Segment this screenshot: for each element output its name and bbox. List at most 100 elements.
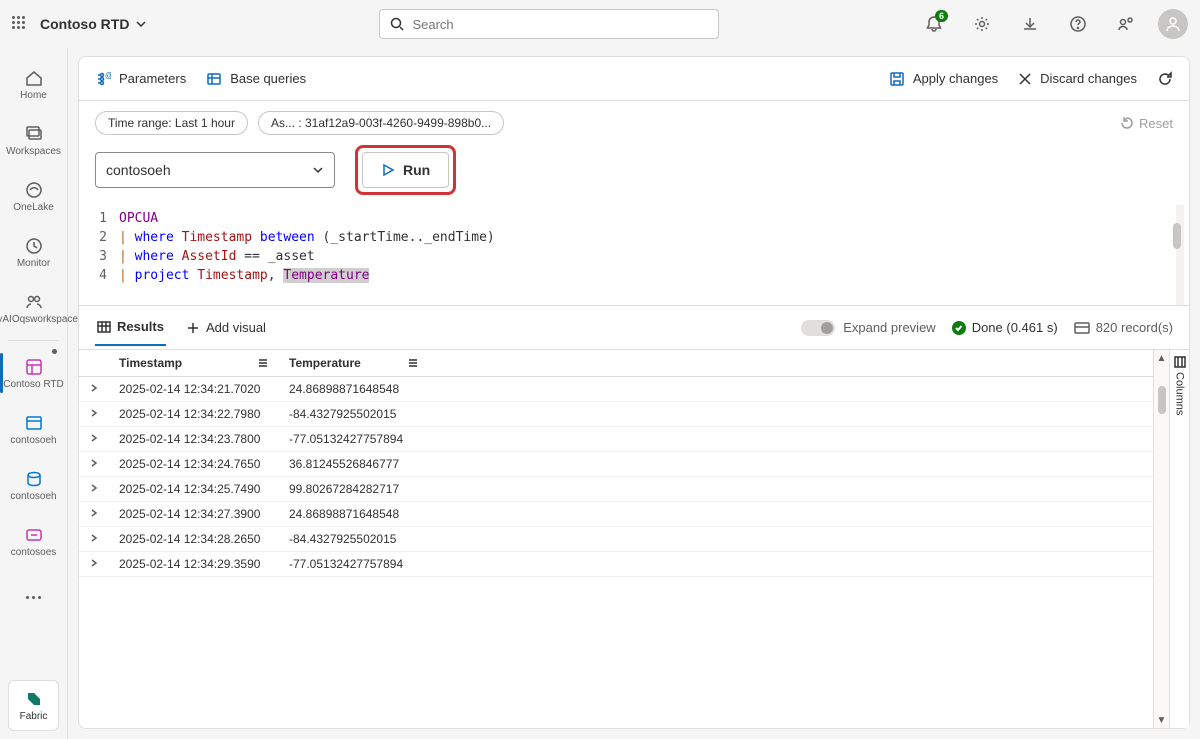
fabric-switcher[interactable]: Fabric	[8, 680, 59, 731]
table-row[interactable]: 2025-02-14 12:34:24.765036.8124552684677…	[79, 452, 1153, 477]
close-icon	[1018, 72, 1032, 86]
cell-timestamp: 2025-02-14 12:34:29.3590	[109, 552, 279, 577]
plus-icon	[186, 321, 200, 335]
asset-pill[interactable]: As... : 31af12a9-003f-4260-9499-898b0...	[258, 111, 504, 135]
queries-icon	[206, 71, 222, 87]
table-row[interactable]: 2025-02-14 12:34:28.2650-84.432792550201…	[79, 527, 1153, 552]
expand-row-icon[interactable]	[79, 477, 109, 502]
person-feedback-icon	[1117, 15, 1135, 33]
run-highlight: Run	[355, 145, 456, 195]
download-button[interactable]	[1014, 8, 1046, 40]
cell-timestamp: 2025-02-14 12:34:28.2650	[109, 527, 279, 552]
search-box[interactable]	[379, 9, 719, 39]
rail-contoso-rtd[interactable]: Contoso RTD	[0, 345, 67, 401]
rail-contosoeh-2[interactable]: contosoeh	[0, 457, 67, 513]
fabric-icon	[24, 689, 44, 709]
top-header: Contoso RTD 6	[0, 0, 1200, 48]
toggle-switch[interactable]	[801, 320, 835, 336]
workspace-name: Contoso RTD	[40, 16, 129, 32]
reset-button[interactable]: Reset	[1119, 116, 1173, 131]
cell-temperature: -84.4327925502015	[279, 527, 429, 552]
editor-scrollbar[interactable]	[1173, 205, 1187, 305]
workspace-selector[interactable]: Contoso RTD	[40, 16, 147, 32]
expand-row-icon[interactable]	[79, 552, 109, 577]
left-rail: Home Workspaces OneLake Monitor myAIOqsw…	[0, 48, 68, 739]
expand-row-icon[interactable]	[79, 452, 109, 477]
settings-button[interactable]	[966, 8, 998, 40]
rail-monitor[interactable]: Monitor	[0, 224, 67, 280]
columns-panel-toggle[interactable]: Columns	[1169, 350, 1189, 728]
expand-preview-toggle[interactable]: Expand preview	[801, 320, 936, 336]
expand-row-icon[interactable]	[79, 527, 109, 552]
table-row[interactable]: 2025-02-14 12:34:27.390024.8689887164854…	[79, 502, 1153, 527]
check-icon	[952, 321, 966, 335]
scroll-down-icon[interactable]: ▼	[1154, 712, 1169, 728]
cell-timestamp: 2025-02-14 12:34:25.7490	[109, 477, 279, 502]
run-button[interactable]: Run	[362, 152, 449, 188]
columns-icon	[1174, 356, 1186, 368]
app-launcher-icon[interactable]	[12, 16, 28, 32]
refresh-icon	[1157, 71, 1173, 87]
rail-home[interactable]: Home	[0, 56, 67, 112]
save-icon	[889, 71, 905, 87]
cell-temperature: 99.80267284282717	[279, 477, 429, 502]
table-row[interactable]: 2025-02-14 12:34:29.3590-77.051324277578…	[79, 552, 1153, 577]
dashboard-icon	[24, 357, 44, 377]
people-icon	[24, 292, 44, 312]
rail-onelake[interactable]: OneLake	[0, 168, 67, 224]
filter-row: Time range: Last 1 hour As... : 31af12a9…	[79, 101, 1189, 145]
discard-changes-button[interactable]: Discard changes	[1018, 71, 1137, 86]
rail-contosoeh-1[interactable]: contosoeh	[0, 401, 67, 457]
code-area[interactable]: OPCUA | where Timestamp between (_startT…	[119, 209, 495, 285]
person-icon	[1164, 15, 1182, 33]
results-table-wrap: Timestamp Temperature 2025-02-14 12:34:2…	[79, 349, 1189, 728]
user-avatar[interactable]	[1158, 9, 1188, 39]
results-table[interactable]: Timestamp Temperature 2025-02-14 12:34:2…	[79, 350, 1153, 728]
rail-more[interactable]	[0, 569, 67, 625]
notifications-button[interactable]: 6	[918, 8, 950, 40]
rail-myworkspace[interactable]: myAIOqsworkspace	[0, 280, 67, 336]
cell-temperature: -84.4327925502015	[279, 402, 429, 427]
column-menu-icon[interactable]	[407, 357, 419, 369]
expand-row-icon[interactable]	[79, 377, 109, 402]
records-icon	[1074, 322, 1090, 334]
eventstream2-icon	[24, 525, 44, 545]
rail-workspaces[interactable]: Workspaces	[0, 112, 67, 168]
table-row[interactable]: 2025-02-14 12:34:23.7800-77.051324277578…	[79, 427, 1153, 452]
cell-temperature: 36.81245526846777	[279, 452, 429, 477]
query-editor[interactable]: 1234 OPCUA | where Timestamp between (_s…	[79, 205, 1189, 305]
col-temperature[interactable]: Temperature	[289, 356, 361, 370]
add-visual-button[interactable]: Add visual	[186, 320, 266, 335]
data-source-select[interactable]: contosoeh	[95, 152, 335, 188]
help-button[interactable]	[1062, 8, 1094, 40]
table-row[interactable]: 2025-02-14 12:34:21.702024.8689887164854…	[79, 377, 1153, 402]
results-bar: Results Add visual Expand preview	[79, 305, 1189, 349]
table-scrollbar[interactable]: ▲ ▼	[1153, 350, 1169, 728]
chevron-down-icon	[135, 18, 147, 30]
col-timestamp[interactable]: Timestamp	[119, 356, 182, 370]
results-tab[interactable]: Results	[95, 309, 166, 346]
rail-contosoes[interactable]: contosoes	[0, 513, 67, 569]
expand-row-icon[interactable]	[79, 402, 109, 427]
apply-changes-button[interactable]: Apply changes	[889, 71, 998, 87]
refresh-button[interactable]	[1157, 71, 1173, 87]
base-queries-button[interactable]: Base queries	[206, 71, 306, 87]
parameters-button[interactable]: @ Parameters	[95, 71, 186, 87]
cell-temperature: 24.86898871648548	[279, 502, 429, 527]
expand-row-icon[interactable]	[79, 502, 109, 527]
table-row[interactable]: 2025-02-14 12:34:22.7980-84.432792550201…	[79, 402, 1153, 427]
column-menu-icon[interactable]	[257, 357, 269, 369]
scroll-up-icon[interactable]: ▲	[1154, 350, 1169, 366]
more-icon	[26, 596, 41, 599]
feedback-button[interactable]	[1110, 8, 1142, 40]
time-range-pill[interactable]: Time range: Last 1 hour	[95, 111, 248, 135]
table-row[interactable]: 2025-02-14 12:34:25.749099.8026728428271…	[79, 477, 1153, 502]
toolbar: @ Parameters Base queries Apply changes …	[79, 57, 1189, 101]
gear-icon	[973, 15, 991, 33]
cell-temperature: -77.05132427757894	[279, 427, 429, 452]
search-input[interactable]	[412, 17, 708, 32]
onelake-icon	[24, 180, 44, 200]
cell-timestamp: 2025-02-14 12:34:22.7980	[109, 402, 279, 427]
eventstream-icon	[24, 413, 44, 433]
expand-row-icon[interactable]	[79, 427, 109, 452]
